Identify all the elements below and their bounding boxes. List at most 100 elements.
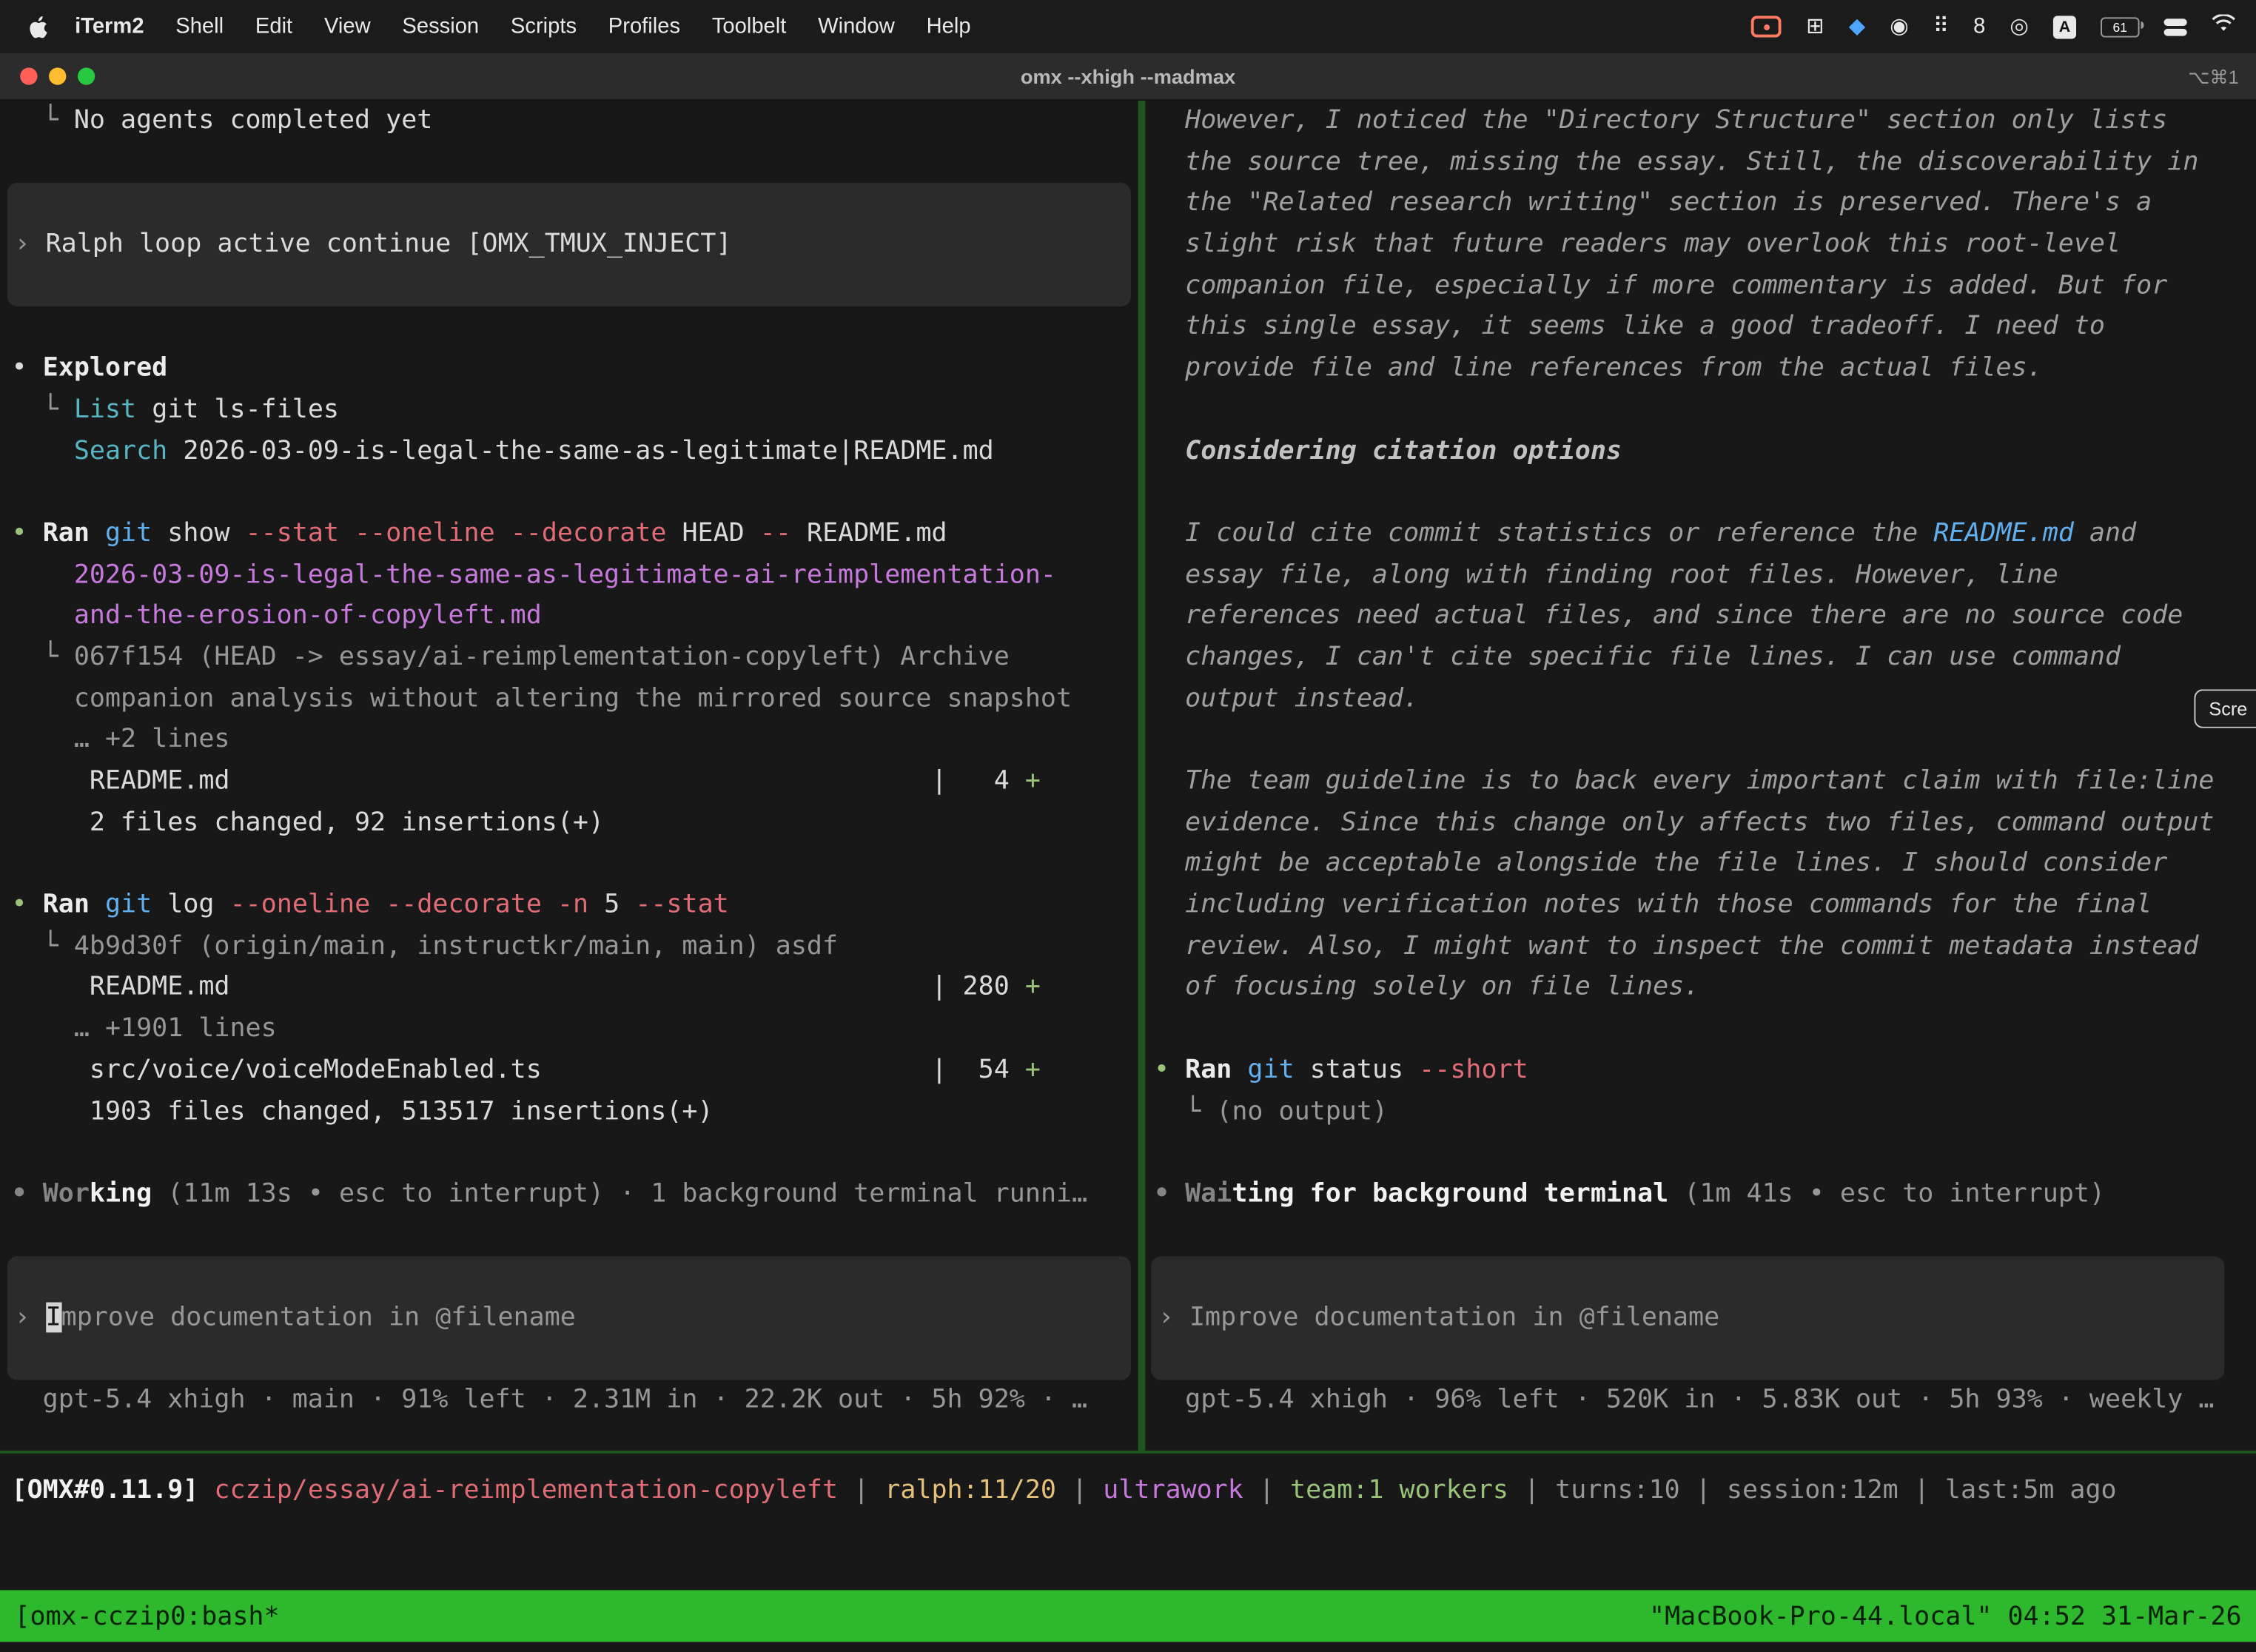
- terminal-line: slight risk that future readers may over…: [1145, 224, 2256, 266]
- terminal-line: companion analysis without altering the …: [0, 679, 1138, 720]
- window-shortcut-badge: ⌥⌘1: [2188, 53, 2238, 101]
- ring-app-icon[interactable]: ◎: [2010, 16, 2028, 37]
- terminal-line: this single essay, it seems like a good …: [1145, 307, 2256, 349]
- terminal-line: … +1901 lines: [0, 1009, 1138, 1050]
- terminal-line: … +2 lines: [0, 720, 1138, 762]
- terminal-line: However, I noticed the "Directory Struct…: [1145, 101, 2256, 142]
- input-source-icon[interactable]: A: [2053, 15, 2076, 38]
- menu-bar: iTerm2ShellEditViewSessionScriptsProfile…: [0, 0, 2256, 53]
- terminal-line: changes, I can't cite specific file line…: [1145, 637, 2256, 679]
- terminal-line: └ List git ls-files: [0, 390, 1138, 432]
- terminal-line: • Ran git show --stat --oneline --decora…: [0, 514, 1138, 555]
- dark-circle-app-icon[interactable]: ◉: [1890, 16, 1908, 37]
- terminal-line: 2026-03-09-is-legal-the-same-as-legitima…: [0, 555, 1138, 597]
- apple-menu-icon[interactable]: [29, 15, 47, 38]
- terminal-line: references need actual files, and since …: [1145, 596, 2256, 637]
- terminal-line: the source tree, missing the essay. Stil…: [1145, 142, 2256, 184]
- menu-window[interactable]: Window: [802, 14, 910, 38]
- pane-divider-vertical[interactable]: [1138, 101, 1146, 1451]
- terminal-line: output instead.: [1145, 679, 2256, 720]
- menu-shell[interactable]: Shell: [160, 14, 240, 38]
- terminal-line: • Ran git log --oneline --decorate -n 5 …: [0, 885, 1138, 927]
- terminal-line: 2 files changed, 92 insertions(+): [0, 802, 1138, 844]
- menu-status-icons: ⊞ ◆ ◉ ⠿ 8 ◎ A 61: [1751, 14, 2256, 38]
- wifi-icon[interactable]: [2212, 14, 2236, 38]
- omx-status-line: [OMX#0.11.9] cczip/essay/ai-reimplementa…: [0, 1471, 2256, 1512]
- terminal-line: README.md | 280 +: [0, 967, 1138, 1009]
- terminal-line: • Working (11m 13s • esc to interrupt) ·…: [0, 1174, 1138, 1215]
- terminal-line: • Ran git status --short: [1145, 1050, 2256, 1092]
- terminal-line: README.md | 4 +: [0, 762, 1138, 803]
- terminal-line: [1145, 472, 2256, 514]
- tmux-session-label: [omx-cczip0:bash*: [14, 1601, 279, 1631]
- terminal-line: [0, 472, 1138, 514]
- terminal-line: [1145, 1215, 2256, 1257]
- terminal-line: └ 4b9d30f (origin/main, instructkr/main,…: [0, 927, 1138, 968]
- terminal-line: [0, 844, 1138, 885]
- terminal-line: provide file and line references from th…: [1145, 349, 2256, 390]
- terminal-line: [0, 307, 1138, 349]
- terminal-line: Considering citation options: [1145, 431, 2256, 472]
- pane-divider-horizontal: [0, 1451, 2256, 1454]
- terminal-line: [1145, 1009, 2256, 1050]
- terminal-line: The team guideline is to back every impo…: [1145, 762, 2256, 803]
- screen-recording-indicator[interactable]: [1751, 16, 1782, 37]
- terminal-line: essay file, along with finding root file…: [1145, 555, 2256, 597]
- tmux-status-bar: [omx-cczip0:bash* "MacBook-Pro-44.local"…: [0, 1590, 2256, 1642]
- terminal-line: › Improve documentation in @filename: [7, 1298, 1131, 1340]
- terminal-line: Search 2026-03-09-is-legal-the-same-as-l…: [0, 431, 1138, 472]
- terminal-line: including verification notes with those …: [1145, 885, 2256, 927]
- window-title: omx --xhigh --madmax: [0, 53, 2256, 101]
- prompt-input[interactable]: › Improve documentation in @filename: [7, 1257, 1131, 1380]
- terminal-line: src/voice/voiceModeEnabled.ts | 54 +: [0, 1050, 1138, 1092]
- terminal-line: › Ralph loop active continue [OMX_TMUX_I…: [7, 224, 1131, 266]
- menu-iterm2[interactable]: iTerm2: [59, 14, 160, 38]
- terminal-line: gpt-5.4 xhigh · main · 91% left · 2.31M …: [0, 1380, 1138, 1422]
- terminal-line: • Waiting for background terminal (1m 41…: [1145, 1174, 2256, 1215]
- blue-drop-icon[interactable]: ◆: [1849, 16, 1865, 37]
- terminal-line: gpt-5.4 xhigh · 96% left · 520K in · 5.8…: [1145, 1380, 2256, 1422]
- terminal-line: [1145, 390, 2256, 432]
- menu-item-list: iTerm2ShellEditViewSessionScriptsProfile…: [59, 14, 987, 38]
- screen: iTerm2ShellEditViewSessionScriptsProfile…: [0, 0, 2256, 1652]
- terminal-line: › Improve documentation in @filename: [1151, 1298, 2224, 1340]
- terminal-line: [0, 142, 1138, 184]
- menu-profiles[interactable]: Profiles: [592, 14, 696, 38]
- terminal-line: 1903 files changed, 513517 insertions(+): [0, 1092, 1138, 1133]
- terminal-pane-left[interactable]: └ No agents completed yet › Ralph loop a…: [0, 101, 1138, 1422]
- terminal-line: [1145, 1132, 2256, 1174]
- menu-edit[interactable]: Edit: [240, 14, 309, 38]
- tmux-host-clock: "MacBook-Pro-44.local" 04:52 31-Mar-26: [1649, 1601, 2242, 1631]
- control-center-icon[interactable]: [2164, 18, 2187, 35]
- battery-icon[interactable]: 61: [2101, 16, 2139, 36]
- terminal-line: [0, 1215, 1138, 1257]
- menu-toolbelt[interactable]: Toolbelt: [696, 14, 802, 38]
- terminal-line: might be acceptable alongside the file l…: [1145, 844, 2256, 885]
- terminal-line: companion file, especially if more comme…: [1145, 266, 2256, 307]
- apps-grid-icon[interactable]: ⠿: [1933, 16, 1949, 37]
- terminal-area: └ No agents completed yet › Ralph loop a…: [0, 101, 2256, 1590]
- title-bar[interactable]: omx --xhigh --madmax ⌥⌘1: [0, 53, 2256, 101]
- grid-app-icon[interactable]: ⊞: [1806, 16, 1824, 37]
- terminal-line: • Explored: [0, 349, 1138, 390]
- terminal-line: review. Also, I might want to inspect th…: [1145, 927, 2256, 968]
- terminal-line: └ (no output): [1145, 1092, 2256, 1133]
- terminal-line: and-the-erosion-of-copyleft.md: [0, 596, 1138, 637]
- terminal-line: └ 067f154 (HEAD -> essay/ai-reimplementa…: [0, 637, 1138, 679]
- menu-scripts[interactable]: Scripts: [495, 14, 593, 38]
- terminal-line: I could cite commit statistics or refere…: [1145, 514, 2256, 555]
- terminal-line: evidence. Since this change only affects…: [1145, 802, 2256, 844]
- ralph-loop-banner[interactable]: › Ralph loop active continue [OMX_TMUX_I…: [7, 184, 1131, 307]
- menu-help[interactable]: Help: [910, 14, 987, 38]
- terminal-line: └ No agents completed yet: [0, 101, 1138, 142]
- terminal-line: [1145, 720, 2256, 762]
- menu-view[interactable]: View: [309, 14, 386, 38]
- eight-app-icon[interactable]: 8: [1973, 16, 1985, 37]
- terminal-line: [0, 1133, 1138, 1175]
- terminal-pane-right[interactable]: However, I noticed the "Directory Struct…: [1145, 101, 2256, 1422]
- screen-share-button[interactable]: Scre: [2195, 689, 2256, 728]
- terminal-line: of focusing solely on file lines.: [1145, 967, 2256, 1009]
- menu-session[interactable]: Session: [386, 14, 495, 38]
- terminal-line: the "Related research writing" section i…: [1145, 184, 2256, 225]
- prompt-input[interactable]: › Improve documentation in @filename: [1151, 1257, 2224, 1380]
